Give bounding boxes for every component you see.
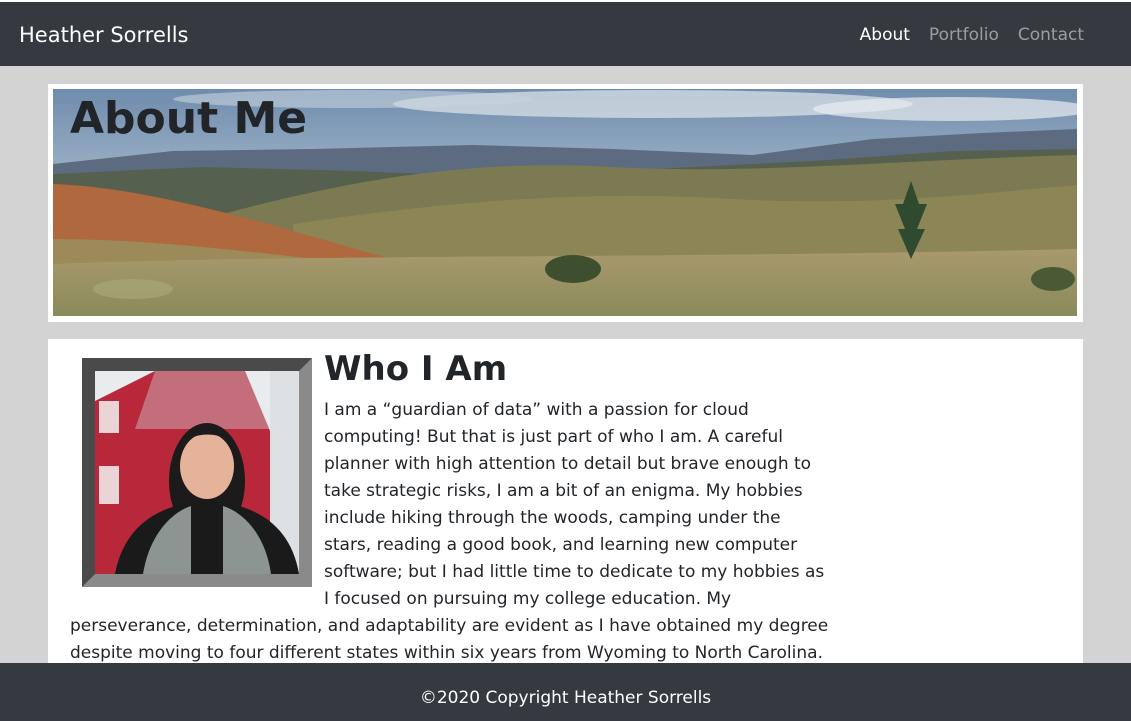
nav-link-contact[interactable]: Contact (1018, 23, 1084, 47)
about-content-card: Who I Am I am a “guardian of data” with … (48, 339, 1083, 669)
footer: ©2020 Copyright Heather Sorrells (0, 663, 1131, 721)
brand-link[interactable]: Heather Sorrells (19, 21, 189, 49)
nav-link-portfolio[interactable]: Portfolio (929, 23, 999, 47)
hero-landscape-image: About Me (53, 89, 1077, 316)
portrait-illustration (95, 371, 299, 574)
copyright-text: ©2020 Copyright Heather Sorrells (419, 688, 712, 708)
profile-photo (82, 358, 312, 587)
nav-link-about[interactable]: About (860, 23, 910, 47)
hero-banner: About Me (48, 84, 1083, 322)
nav-links: About Portfolio Contact (841, 23, 1084, 47)
page-title: About Me (70, 93, 308, 144)
navbar: Heather Sorrells About Portfolio Contact (0, 0, 1131, 66)
